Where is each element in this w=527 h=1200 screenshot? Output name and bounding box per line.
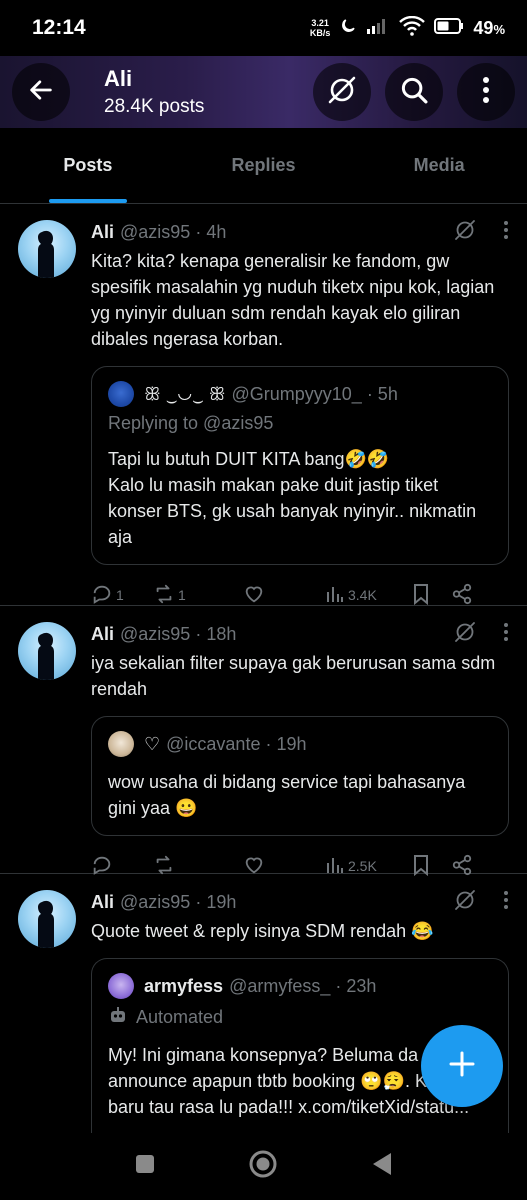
signal-icon [366, 18, 390, 39]
back-button[interactable] [12, 63, 70, 121]
share-button[interactable] [451, 583, 473, 608]
arrow-left-icon [27, 76, 55, 109]
quoted-post[interactable]: ♡ @iccavante · 19h wow usaha di bidang s… [91, 716, 509, 836]
more-vertical-icon[interactable] [503, 220, 509, 245]
grok-icon[interactable] [453, 620, 477, 649]
share-icon [451, 583, 473, 608]
post-header: Ali @azis95 · 18h [91, 620, 509, 648]
repost-button[interactable]: 1 [153, 583, 243, 608]
recents-button[interactable] [134, 1153, 156, 1180]
home-button[interactable] [248, 1149, 278, 1184]
author-name[interactable]: Ali [91, 624, 114, 645]
avatar[interactable] [18, 220, 76, 278]
profile-name: Ali [104, 66, 133, 91]
more-vertical-icon [482, 76, 490, 109]
post-header: Ali @azis95 · 4h [91, 218, 509, 246]
post[interactable]: Ali @azis95 · 18h iya sekalian filter su… [0, 606, 527, 876]
bookmark-icon [411, 583, 431, 608]
tab-media[interactable]: Media [351, 128, 527, 203]
post-text: Quote tweet & reply isinya SDM rendah 😂 [91, 921, 434, 941]
tab-replies[interactable]: Replies [176, 128, 352, 203]
wifi-icon [399, 15, 426, 41]
tab-posts[interactable]: Posts [0, 128, 176, 203]
grok-button[interactable] [313, 63, 371, 121]
quoted-handle-time: @armyfess_ · 23h [229, 975, 377, 996]
views-icon [325, 584, 345, 607]
profile-header: Ali 28.4K posts [0, 56, 527, 128]
profile-title: Ali 28.4K posts [104, 66, 204, 118]
quoted-avatar [108, 731, 134, 757]
post-header: Ali @azis95 · 19h [91, 888, 509, 916]
post-feed: Ali @azis95 · 4h Kita? kita? kenapa gene… [0, 204, 527, 1134]
back-nav-button[interactable] [370, 1151, 394, 1182]
network-speed: 3.21 KB/s [309, 18, 331, 38]
more-vertical-icon[interactable] [503, 890, 509, 915]
search-icon [399, 75, 429, 110]
more-vertical-icon[interactable] [503, 622, 509, 647]
replying-to: Replying to @azis95 [108, 413, 274, 433]
grok-icon [326, 74, 358, 111]
post-text: Kita? kita? kenapa generalisir ke fandom… [91, 251, 495, 349]
quoted-author-name: ♡ [144, 733, 161, 754]
reply-button[interactable]: 1 [91, 583, 153, 608]
quoted-post-header: ꕥ ‿◡‿ ꕥ @Grumpyyy10_ · 5h [108, 381, 492, 407]
quoted-avatar [108, 973, 134, 999]
avatar[interactable] [18, 890, 76, 948]
robot-icon [108, 1005, 128, 1030]
battery-icon [434, 17, 464, 39]
post-text: iya sekalian filter supaya gak berurusan… [91, 653, 496, 699]
heart-icon [243, 583, 265, 608]
post[interactable]: Ali @azis95 · 4h Kita? kita? kenapa gene… [0, 204, 527, 606]
header-actions [313, 63, 515, 121]
status-time: 12:14 [32, 16, 86, 39]
grok-icon[interactable] [453, 888, 477, 917]
moon-icon [339, 17, 357, 40]
quoted-text: wow usaha di bidang service tapi bahasan… [108, 772, 466, 818]
quoted-avatar [108, 381, 134, 407]
author-handle-time: @azis95 · 19h [120, 891, 237, 912]
quoted-handle-time: @iccavante · 19h [166, 733, 307, 754]
like-button[interactable] [243, 583, 325, 608]
quoted-text: Tapi lu butuh DUIT KITA bang🤣🤣 Kalo lu m… [108, 449, 477, 547]
automated-label: Automated [108, 1005, 492, 1030]
author-name[interactable]: Ali [91, 222, 114, 243]
quoted-author-name: armyfess [144, 975, 224, 996]
battery-level: 49% [473, 17, 505, 38]
avatar[interactable] [18, 622, 76, 680]
reply-icon [91, 583, 113, 608]
quoted-author-name: ꕥ ‿◡‿ ꕥ [144, 383, 226, 404]
more-options-button[interactable] [457, 63, 515, 121]
views-button[interactable]: 3.4K [325, 584, 411, 607]
author-name[interactable]: Ali [91, 892, 114, 913]
plus-icon [447, 1049, 477, 1084]
grok-icon[interactable] [453, 218, 477, 247]
status-icons: 3.21 KB/s 49% [309, 15, 505, 41]
profile-post-count: 28.4K posts [104, 96, 205, 117]
system-nav-bar [0, 1133, 527, 1200]
quoted-post[interactable]: ꕥ ‿◡‿ ꕥ @Grumpyyy10_ · 5h Replying to @a… [91, 366, 509, 565]
compose-button[interactable] [421, 1025, 503, 1107]
profile-tabs: Posts Replies Media [0, 128, 527, 204]
status-bar: 12:14 3.21 KB/s 49% [0, 0, 527, 56]
quoted-handle-time: @Grumpyyy10_ · 5h [231, 383, 398, 404]
quoted-post-header: ♡ @iccavante · 19h [108, 731, 492, 757]
quoted-post-header: armyfess @armyfess_ · 23h [108, 973, 492, 999]
author-handle-time: @azis95 · 18h [120, 623, 237, 644]
repost-icon [153, 583, 175, 608]
bookmark-button[interactable] [411, 583, 451, 608]
author-handle-time: @azis95 · 4h [120, 221, 227, 242]
search-button[interactable] [385, 63, 443, 121]
